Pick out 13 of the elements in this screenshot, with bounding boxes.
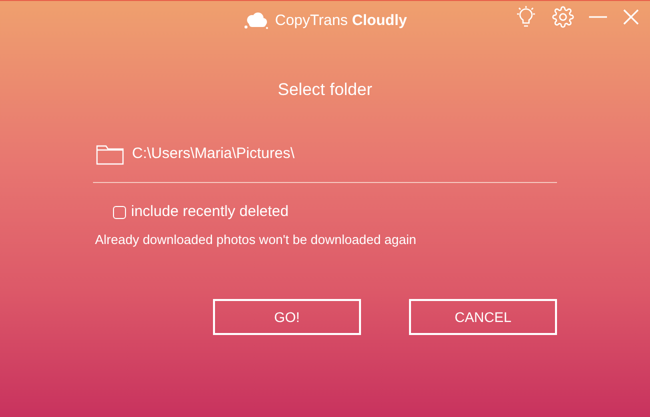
clouds-logo-icon xyxy=(243,12,269,30)
close-icon[interactable] xyxy=(622,8,640,26)
dialog-heading: Select folder xyxy=(278,79,372,101)
info-note: Already downloaded photos won't be downloaded again xyxy=(95,230,418,249)
checkbox-label: include recently deleted xyxy=(131,202,289,222)
folder-path[interactable]: C:\Users\Maria\Pictures\ xyxy=(132,142,295,165)
include-deleted-checkbox[interactable] xyxy=(113,206,126,219)
settings-icon[interactable] xyxy=(552,6,574,28)
app-title: CopyTrans Cloudly xyxy=(275,10,407,31)
folder-icon[interactable] xyxy=(96,142,124,165)
go-button[interactable]: GO! xyxy=(213,299,361,335)
lightbulb-icon[interactable] xyxy=(514,5,538,29)
cancel-button[interactable]: CANCEL xyxy=(409,299,557,335)
